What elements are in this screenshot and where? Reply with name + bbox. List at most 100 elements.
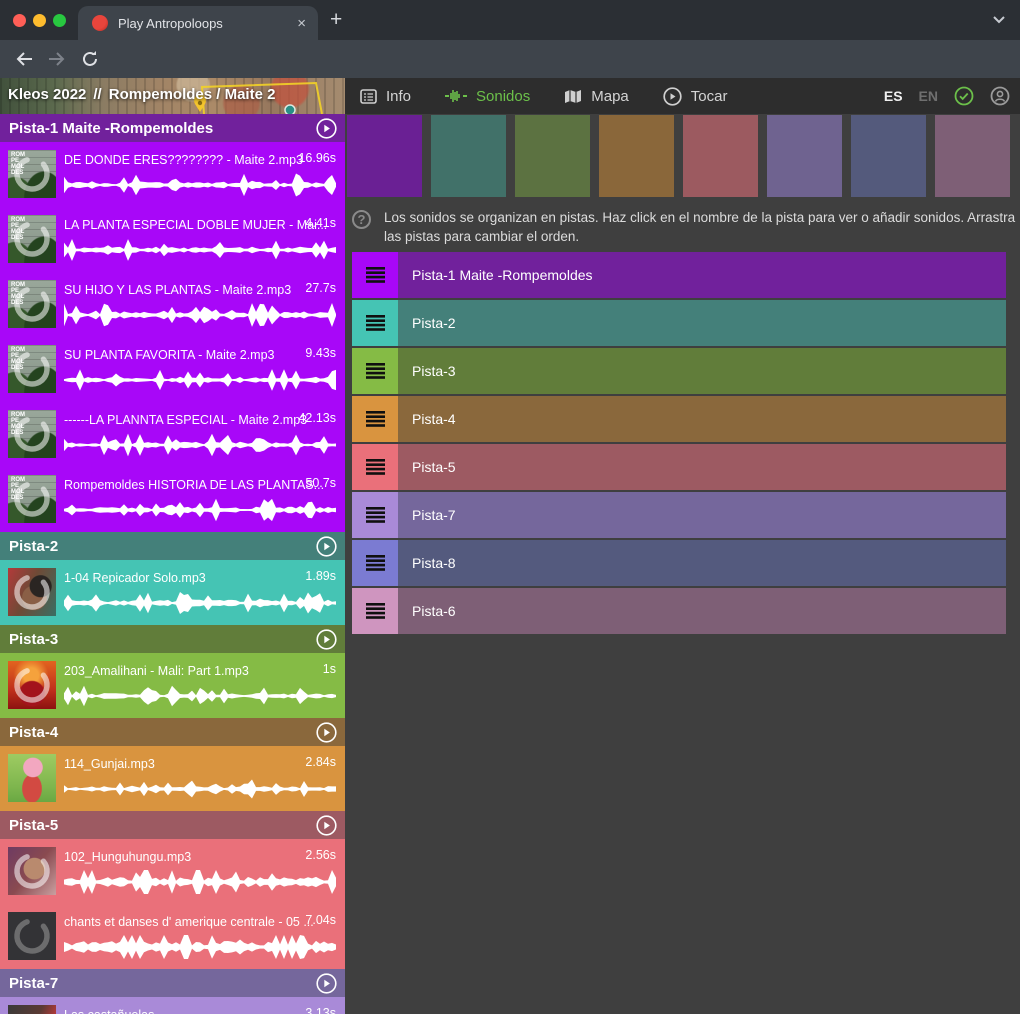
play-track-button[interactable]	[316, 118, 337, 139]
clip-info: SU PLANTA FAVORITA - Maite 2.mp39.43s	[64, 346, 337, 393]
audio-clip[interactable]: 102_Hunguhungu.mp32.56s	[0, 839, 345, 904]
track-row[interactable]: Pista-1 Maite -Rompemoldes	[352, 252, 1006, 298]
track-row-body[interactable]: Pista-6	[398, 588, 1006, 634]
drag-handle-icon[interactable]	[366, 411, 385, 427]
track-row-name[interactable]: Pista-8	[412, 555, 456, 571]
tab-close-icon[interactable]: ×	[295, 15, 308, 32]
clip-info: SU HIJO Y LAS PLANTAS - Maite 2.mp327.7s	[64, 281, 337, 328]
track-row-body[interactable]: Pista-1 Maite -Rompemoldes	[398, 252, 1006, 298]
audio-clip[interactable]: ROM PE MOL DESDE DONDE ERES???????? - Ma…	[0, 142, 345, 207]
forward-button[interactable]	[45, 47, 69, 71]
clip-duration: 9.43s	[305, 346, 336, 360]
track-name[interactable]: Pista-3	[9, 631, 316, 648]
track-row-body[interactable]: Pista-3	[398, 348, 1006, 394]
drag-handle-icon[interactable]	[366, 555, 385, 571]
audio-clip[interactable]: ROM PE MOL DESSU HIJO Y LAS PLANTAS - Ma…	[0, 272, 345, 337]
tab-sonidos[interactable]: Sonidos	[445, 88, 530, 105]
track-row[interactable]: Pista-8	[352, 540, 1006, 586]
window-zoom-button[interactable]	[53, 14, 66, 27]
track-row-handle[interactable]	[352, 300, 398, 346]
track-row-name[interactable]: Pista-4	[412, 411, 456, 427]
track-row[interactable]: Pista-2	[352, 300, 1006, 346]
back-button[interactable]	[12, 47, 36, 71]
track-header[interactable]: Pista-5	[0, 811, 345, 839]
drag-handle-icon[interactable]	[366, 267, 385, 283]
track-row-handle[interactable]	[352, 348, 398, 394]
play-track-button[interactable]	[316, 722, 337, 743]
track-header[interactable]: Pista-2	[0, 532, 345, 560]
tab-tocar[interactable]: Tocar	[663, 87, 728, 106]
track-row-name[interactable]: Pista-1 Maite -Rompemoldes	[412, 267, 593, 283]
account-icon[interactable]	[990, 86, 1010, 106]
track-header[interactable]: Pista-1 Maite -Rompemoldes	[0, 114, 345, 142]
language-en[interactable]: EN	[919, 88, 938, 104]
track-row-handle[interactable]	[352, 444, 398, 490]
track-row-name[interactable]: Pista-7	[412, 507, 456, 523]
track-row-handle[interactable]	[352, 540, 398, 586]
track-row-handle[interactable]	[352, 588, 398, 634]
reload-button[interactable]	[78, 47, 102, 71]
info-list-icon	[360, 89, 377, 104]
track-header[interactable]: Pista-3	[0, 625, 345, 653]
play-track-button[interactable]	[316, 815, 337, 836]
track-name[interactable]: Pista-4	[9, 724, 316, 741]
tab-search-chevron-icon[interactable]	[992, 15, 1006, 24]
audio-clip[interactable]: 114_Gunjai.mp32.84s	[0, 746, 345, 811]
track-row-name[interactable]: Pista-5	[412, 459, 456, 475]
audio-clip[interactable]: chants et danses d' amerique centrale - …	[0, 904, 345, 969]
tab-info[interactable]: Info	[360, 88, 411, 105]
clip-title-row: DE DONDE ERES???????? - Maite 2.mp316.96…	[64, 151, 337, 167]
play-track-button[interactable]	[316, 973, 337, 994]
track-row-name[interactable]: Pista-6	[412, 603, 456, 619]
track-row[interactable]: Pista-6	[352, 588, 1006, 634]
breadcrumb[interactable]: Kleos 2022//Rompemoldes / Maite 2	[8, 86, 275, 103]
track-header[interactable]: Pista-4	[0, 718, 345, 746]
drag-handle-icon[interactable]	[366, 603, 385, 619]
tab-title: Play Antropoloops	[118, 16, 295, 31]
track-row[interactable]: Pista-5	[352, 444, 1006, 490]
audio-waveform	[64, 367, 336, 393]
track-row-handle[interactable]	[352, 252, 398, 298]
track-row-handle[interactable]	[352, 396, 398, 442]
tab-mapa[interactable]: Mapa	[564, 88, 629, 105]
track-row-body[interactable]: Pista-2	[398, 300, 1006, 346]
audio-clip[interactable]: ROM PE MOL DES------LA PLANNTA ESPECIAL …	[0, 402, 345, 467]
language-es[interactable]: ES	[884, 88, 903, 104]
audio-clip[interactable]: ROM PE MOL DESSU PLANTA FAVORITA - Maite…	[0, 337, 345, 402]
window-close-button[interactable]	[13, 14, 26, 27]
drag-handle-icon[interactable]	[366, 459, 385, 475]
track-row-body[interactable]: Pista-4	[398, 396, 1006, 442]
track-name[interactable]: Pista-5	[9, 817, 316, 834]
headphones-man-thumbnail	[8, 568, 56, 616]
window-minimize-button[interactable]	[33, 14, 46, 27]
track-row-body[interactable]: Pista-7	[398, 492, 1006, 538]
audio-clip[interactable]: 203_Amalihani - Mali: Part 1.mp31s	[0, 653, 345, 718]
new-tab-button[interactable]: +	[330, 10, 342, 30]
drag-handle-icon[interactable]	[366, 315, 385, 331]
play-track-button[interactable]	[316, 536, 337, 557]
track-name[interactable]: Pista-1 Maite -Rompemoldes	[9, 120, 316, 137]
track-row-handle[interactable]	[352, 492, 398, 538]
track-row-body[interactable]: Pista-5	[398, 444, 1006, 490]
track-row-body[interactable]: Pista-8	[398, 540, 1006, 586]
play-track-button[interactable]	[316, 629, 337, 650]
track-name[interactable]: Pista-7	[9, 975, 316, 992]
audio-clip[interactable]: 1-04 Repicador Solo.mp31.89s	[0, 560, 345, 625]
track-row-name[interactable]: Pista-3	[412, 363, 456, 379]
audio-clip[interactable]: ROM PE MOL DESLA PLANTA ESPECIAL DOBLE M…	[0, 207, 345, 272]
track-row-name[interactable]: Pista-2	[412, 315, 456, 331]
track-row[interactable]: Pista-4	[352, 396, 1006, 442]
drag-handle-icon[interactable]	[366, 507, 385, 523]
track-clips: Las castañuelas3.13s	[0, 997, 345, 1014]
track-row[interactable]: Pista-3	[352, 348, 1006, 394]
browser-tab[interactable]: Play Antropoloops ×	[78, 6, 318, 40]
audio-clip[interactable]: Las castañuelas3.13s	[0, 997, 345, 1014]
track-row[interactable]: Pista-7	[352, 492, 1006, 538]
audio-clip[interactable]: ROM PE MOL DESRompemoldes HISTORIA DE LA…	[0, 467, 345, 532]
clip-title: DE DONDE ERES???????? - Maite 2.mp3	[64, 153, 303, 167]
track-name[interactable]: Pista-2	[9, 538, 316, 555]
track-header[interactable]: Pista-7	[0, 969, 345, 997]
clip-title-row: LA PLANTA ESPECIAL DOBLE MUJER - Mai...4…	[64, 216, 337, 232]
drag-handle-icon[interactable]	[366, 363, 385, 379]
clip-info: 203_Amalihani - Mali: Part 1.mp31s	[64, 662, 337, 709]
